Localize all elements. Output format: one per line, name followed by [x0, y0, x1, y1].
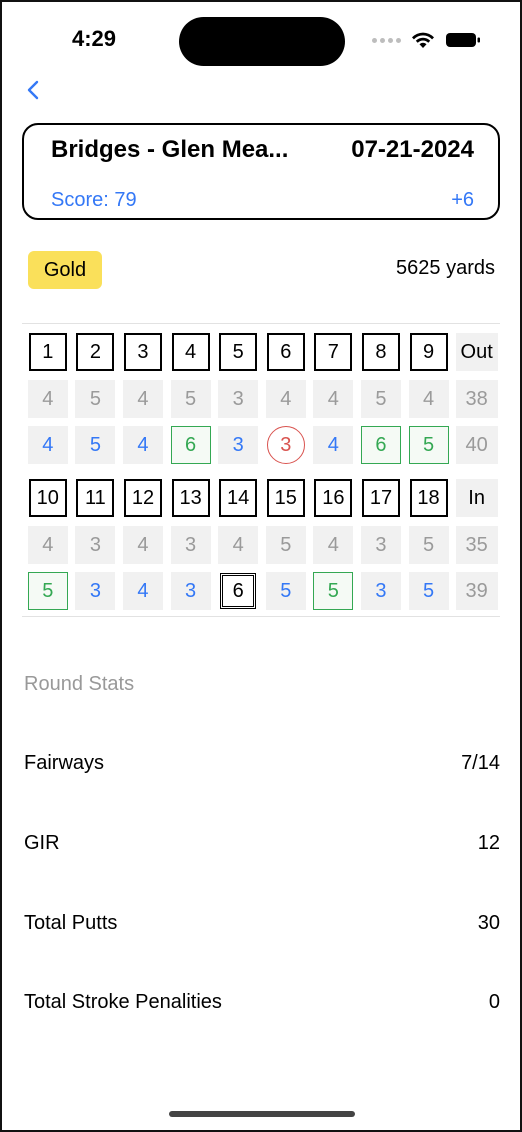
hole-number: 9: [409, 333, 448, 371]
hole-score[interactable]: 3: [218, 426, 259, 464]
stat-label: Fairways: [24, 752, 105, 774]
hole-number: 5: [219, 333, 258, 371]
hole-par: 4: [27, 380, 68, 418]
hole-number: 11: [76, 479, 115, 517]
stat-value: 12: [477, 832, 500, 854]
hole-number: 10: [28, 479, 67, 517]
home-indicator[interactable]: [169, 1111, 355, 1117]
hole-par: 4: [122, 380, 163, 418]
hole-par: 4: [313, 526, 354, 564]
stat-row: Fairways 7/14: [24, 752, 500, 775]
hole-number: 17: [361, 479, 400, 517]
hole-score[interactable]: 6: [360, 426, 401, 464]
round-stats-title: Round Stats: [24, 673, 135, 695]
score-total: 40: [455, 426, 498, 464]
hole-score[interactable]: 5: [408, 572, 449, 610]
stat-row: Total Putts 30: [24, 912, 500, 935]
hole-number: 14: [219, 479, 258, 517]
hole-score[interactable]: 6: [220, 573, 257, 609]
hole-par: 4: [265, 380, 306, 418]
divider: [22, 323, 500, 324]
course-name: Bridges - Glen Mea...: [51, 136, 289, 163]
round-summary-card: Bridges - Glen Mea... 07-21-2024 Score: …: [22, 123, 500, 220]
score-to-par: +6: [451, 189, 474, 211]
wifi-icon: [412, 32, 434, 48]
back-par-row: 4 3 4 3 4 5 4 3 5 35: [24, 524, 500, 566]
hole-number: 13: [171, 479, 210, 517]
par-total: 35: [455, 526, 498, 564]
hole-par: 5: [170, 380, 211, 418]
back-score-row: 5 3 4 3 6 5 5 3 5 39: [24, 570, 500, 612]
stat-row: Total Stroke Penalities 0: [24, 991, 500, 1014]
stat-row: GIR 12: [24, 832, 500, 855]
stat-value: 0: [488, 991, 500, 1013]
hole-score[interactable]: 3: [266, 426, 306, 464]
back-hole-row: 10 11 12 13 14 15 16 17 18 In: [24, 477, 500, 519]
stat-label: Total Putts: [24, 912, 118, 934]
stat-value: 30: [477, 912, 500, 934]
cellular-signal-icon: [372, 37, 401, 43]
front-hole-row: 1 2 3 4 5 6 7 8 9 Out: [24, 331, 500, 373]
nine-label: Out: [455, 333, 498, 371]
hole-par: 5: [360, 380, 401, 418]
birdie-circle: 3: [266, 426, 305, 464]
hole-par: 3: [75, 526, 116, 564]
stat-label: GIR: [24, 832, 60, 854]
stat-label: Total Stroke Penalities: [24, 991, 222, 1013]
hole-score[interactable]: 5: [408, 426, 449, 464]
hole-par: 5: [75, 380, 116, 418]
hole-par: 4: [313, 380, 354, 418]
front-score-row: 4 5 4 6 3 3 4 6 5 40: [24, 424, 500, 466]
hole-number: 15: [266, 479, 305, 517]
hole-number: 4: [171, 333, 210, 371]
divider: [22, 616, 500, 617]
hole-score[interactable]: 3: [170, 572, 211, 610]
hole-score[interactable]: 5: [75, 426, 116, 464]
hole-number: 1: [28, 333, 67, 371]
hole-number: 3: [123, 333, 162, 371]
hole-par: 4: [408, 380, 449, 418]
hole-par: 3: [360, 526, 401, 564]
tee-yardage: 5625 yards: [396, 257, 495, 279]
hole-number: 12: [123, 479, 162, 517]
back-chevron-icon[interactable]: [22, 76, 46, 104]
hole-score[interactable]: 3: [75, 572, 116, 610]
hole-score[interactable]: 4: [27, 426, 68, 464]
hole-number: 7: [314, 333, 353, 371]
hole-score[interactable]: 5: [265, 572, 306, 610]
hole-score[interactable]: 6: [170, 426, 211, 464]
hole-score[interactable]: 4: [122, 572, 163, 610]
dynamic-island: [179, 17, 345, 66]
par-total: 38: [455, 380, 498, 418]
hole-score[interactable]: 5: [27, 572, 68, 610]
hole-number: 18: [409, 479, 448, 517]
nine-label: In: [455, 479, 498, 517]
hole-par: 5: [408, 526, 449, 564]
status-time: 4:29: [72, 26, 117, 51]
hole-number: 2: [76, 333, 115, 371]
hole-par: 4: [27, 526, 68, 564]
stat-value: 7/14: [461, 752, 500, 774]
hole-score[interactable]: 3: [360, 572, 401, 610]
hole-par: 4: [218, 526, 259, 564]
battery-icon: [446, 33, 480, 47]
round-score: Score: 79: [51, 189, 137, 211]
hole-score[interactable]: 5: [313, 572, 354, 610]
status-icons: [372, 30, 481, 50]
front-par-row: 4 5 4 5 3 4 4 5 4 38: [24, 378, 500, 420]
hole-number: 8: [361, 333, 400, 371]
hole-score[interactable]: 4: [122, 426, 163, 464]
hole-par: 3: [218, 380, 259, 418]
hole-par: 4: [122, 526, 163, 564]
hole-number: 6: [266, 333, 305, 371]
round-date: 07-21-2024: [351, 136, 474, 163]
hole-par: 3: [170, 526, 211, 564]
hole-par: 5: [265, 526, 306, 564]
hole-number: 16: [314, 479, 353, 517]
score-total: 39: [455, 572, 498, 610]
tee-badge: Gold: [28, 251, 102, 289]
hole-score[interactable]: 4: [313, 426, 354, 464]
